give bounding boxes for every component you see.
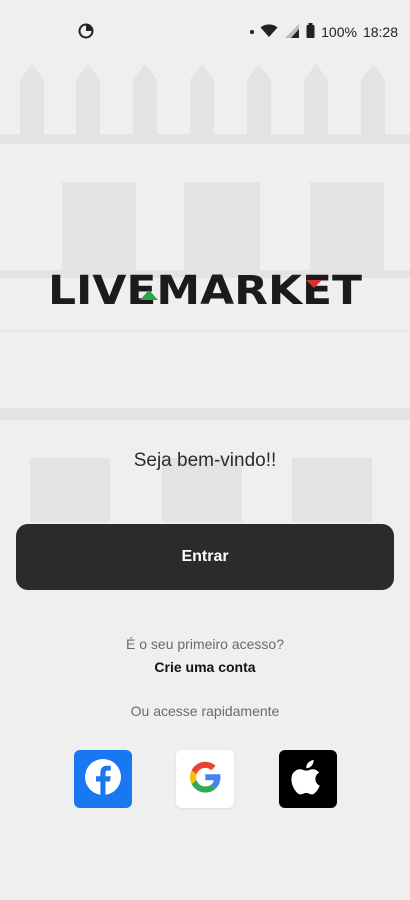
battery-percentage: 100%: [321, 24, 357, 40]
data-saver-icon: [78, 23, 94, 42]
facebook-icon: [83, 757, 123, 802]
cellular-signal-icon: [284, 23, 300, 41]
facebook-login-button[interactable]: [74, 750, 132, 808]
apple-login-button[interactable]: [279, 750, 337, 808]
google-icon: [186, 758, 224, 801]
wifi-icon: [260, 23, 278, 41]
welcome-title: Seja bem-vindo!!: [133, 450, 277, 471]
battery-icon: [306, 23, 315, 41]
apple-icon: [291, 758, 325, 801]
svg-text:LIVEMARKET: LIVEMARKET: [48, 268, 362, 310]
livemarket-logo: LIVEMARKET: [48, 268, 362, 310]
quick-access-label: Ou acesse rapidamente: [130, 703, 280, 719]
clock: 18:28: [362, 24, 398, 40]
google-login-button[interactable]: [176, 750, 234, 808]
notification-dot-icon: [250, 30, 255, 34]
enter-button[interactable]: Entrar: [16, 524, 394, 590]
first-access-prompt: É o seu primeiro acesso?: [126, 636, 284, 652]
status-bar: 100% 18:28: [0, 20, 410, 44]
create-account-link[interactable]: Crie uma conta: [0, 659, 410, 675]
